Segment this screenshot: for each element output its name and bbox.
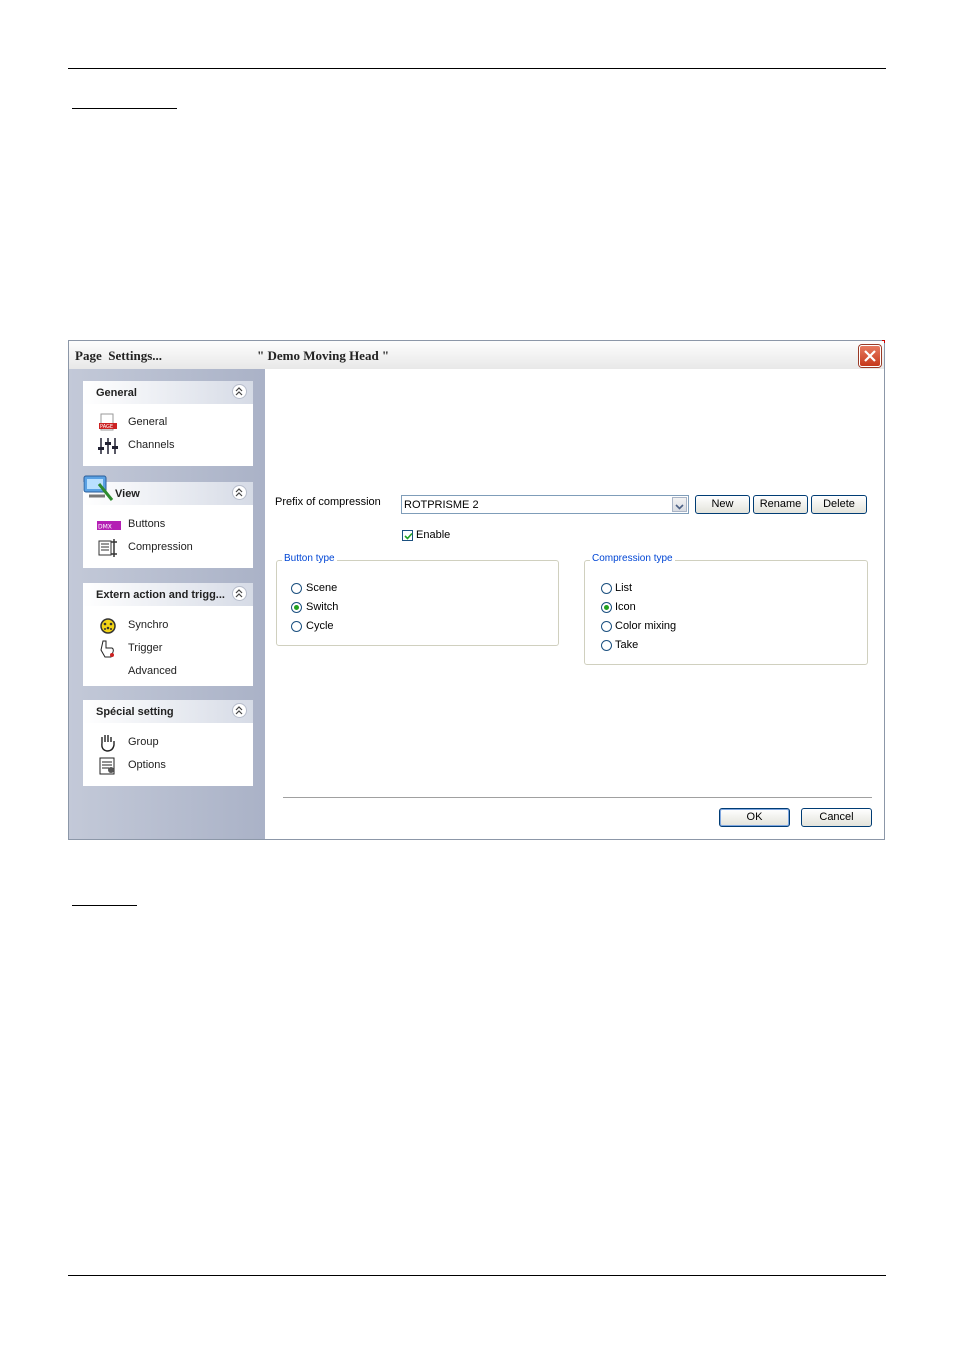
settings-content: Prefix of compression ROTPRISME 2 New Re… xyxy=(265,369,884,839)
view-monitor-icon xyxy=(81,474,115,508)
group-title: Extern action and trigg... xyxy=(96,589,225,601)
group-title: General xyxy=(96,387,137,399)
radio-take[interactable] xyxy=(601,640,612,651)
radio-label-switch: Switch xyxy=(306,601,339,613)
group-title: View xyxy=(115,488,140,500)
sidebar-group-special-setting: Spécial setting Group Options xyxy=(83,700,253,786)
footer-rule xyxy=(68,1275,886,1276)
radio-label-scene: Scene xyxy=(306,582,338,594)
settings-sidebar: General PAGE General Channels View DMX B… xyxy=(69,369,265,839)
radio-color-mixing[interactable] xyxy=(601,621,612,632)
title-bar: Page Settings... " Demo Moving Head " xyxy=(69,341,884,370)
close-button[interactable] xyxy=(859,345,881,367)
compression-icon xyxy=(97,538,119,558)
dropdown-button[interactable] xyxy=(672,497,687,512)
options-icon xyxy=(97,756,119,776)
radio-list[interactable] xyxy=(601,583,612,594)
radio-icon[interactable] xyxy=(601,602,612,613)
sidebar-item-label: Trigger xyxy=(128,642,163,654)
sidebar-group-extern-action: Extern action and trigg... Synchro Trigg… xyxy=(83,583,253,686)
group-header-general[interactable]: General xyxy=(83,381,253,404)
prefix-combobox[interactable]: ROTPRISME 2 xyxy=(401,495,689,514)
delete-button[interactable]: Delete xyxy=(811,495,867,514)
synchro-icon xyxy=(97,616,119,636)
radio-label-cycle: Cycle xyxy=(306,620,334,632)
radio-switch[interactable] xyxy=(291,602,302,613)
page-settings-dialog: Page Settings... " Demo Moving Head " Ge… xyxy=(68,340,885,840)
chevron-down-icon xyxy=(675,504,684,510)
faders-icon xyxy=(97,436,119,456)
footer-separator xyxy=(283,797,872,799)
window-title: Page Settings... xyxy=(75,348,163,363)
checkmark-icon xyxy=(404,532,413,540)
sidebar-item-label: Group xyxy=(128,736,159,748)
ok-button[interactable]: OK xyxy=(719,808,790,827)
cancel-button[interactable]: Cancel xyxy=(801,808,872,827)
sidebar-item-label: Synchro xyxy=(128,619,169,631)
compression-type-legend: Compression type xyxy=(590,553,675,564)
prefix-of-compression-label: Prefix of compression xyxy=(275,496,381,508)
collapse-icon[interactable] xyxy=(232,384,247,399)
enable-label: Enable xyxy=(416,529,451,541)
sidebar-group-view: View DMX Buttons Compression xyxy=(83,475,253,568)
header-rule xyxy=(68,68,886,69)
sidebar-item-label: Channels xyxy=(128,439,175,451)
collapse-icon[interactable] xyxy=(232,703,247,718)
group-header-special-setting[interactable]: Spécial setting xyxy=(83,700,253,723)
collapse-icon[interactable] xyxy=(232,485,247,500)
hand-icon xyxy=(97,733,119,753)
sidebar-item-label: Compression xyxy=(128,541,193,553)
group-title: Spécial setting xyxy=(96,706,174,718)
sidebar-item-label: Buttons xyxy=(128,518,166,530)
radio-scene[interactable] xyxy=(291,583,302,594)
new-button[interactable]: New xyxy=(695,495,750,514)
sidebar-group-general: General PAGE General Channels xyxy=(83,381,253,466)
buttons-icon: DMX xyxy=(97,515,121,535)
svg-text:DMX: DMX xyxy=(98,524,112,531)
rename-button[interactable]: Rename xyxy=(753,495,808,514)
page-icon: PAGE xyxy=(97,413,119,433)
sidebar-item-label: Options xyxy=(128,759,166,771)
window-title-page-name: " Demo Moving Head " xyxy=(257,348,390,363)
sidebar-item-label: General xyxy=(128,416,168,428)
radio-label-icon: Icon xyxy=(615,601,636,613)
radio-label-list: List xyxy=(615,582,633,594)
enable-checkbox[interactable] xyxy=(402,530,413,541)
collapse-icon[interactable] xyxy=(232,586,247,601)
radio-cycle[interactable] xyxy=(291,621,302,632)
radio-selected-dot xyxy=(604,605,609,610)
prefix-value: ROTPRISME 2 xyxy=(404,499,479,511)
trigger-hand-icon xyxy=(97,639,119,659)
radio-label-take: Take xyxy=(615,639,639,651)
button-type-legend: Button type xyxy=(282,553,337,564)
svg-text:PAGE: PAGE xyxy=(100,424,113,430)
section-heading-underline-top xyxy=(72,108,177,109)
compression-type-group: Compression type List Icon Color mixing … xyxy=(584,553,868,665)
radio-selected-dot xyxy=(294,605,299,610)
close-icon xyxy=(864,350,876,362)
button-type-group: Button type Scene Switch Cycle xyxy=(276,553,559,646)
section-heading-underline-bottom xyxy=(72,905,137,906)
radio-label-color-mixing: Color mixing xyxy=(615,620,677,632)
sidebar-item-label: Advanced xyxy=(128,665,177,677)
group-header-extern-action[interactable]: Extern action and trigg... xyxy=(83,583,253,606)
